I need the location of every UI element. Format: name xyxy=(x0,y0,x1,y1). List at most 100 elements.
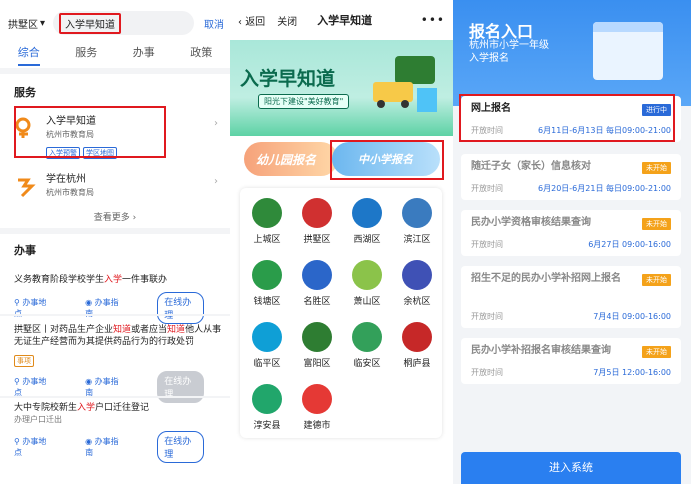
district-grid: 上城区 拱墅区 西湖区 滨江区钱塘区 名胜区 萧山区 余杭区临平区 富阳区 临安区 桐庐县淳安县 建… xyxy=(240,188,442,438)
divider xyxy=(0,396,230,398)
district-item[interactable]: 萧山区 xyxy=(342,260,392,307)
district-label: 萧山区 xyxy=(353,297,381,307)
affair-item[interactable]: 义务教育阶段学校学生入学一件事联办 ⚲ 办事地点 ◉ 办事指南 在线办理 xyxy=(14,274,222,324)
online-handle-button[interactable]: 在线办理 xyxy=(157,371,204,403)
district-label: 钱塘区 xyxy=(253,297,281,307)
service-logo-icon xyxy=(18,178,36,198)
online-handle-button[interactable]: 在线办理 xyxy=(157,431,204,463)
entry-header: 报名入口 杭州市小学一年级 入学报名 xyxy=(453,0,691,106)
back-button[interactable]: ‹ 返回 xyxy=(238,13,265,28)
district-logo-icon xyxy=(352,322,382,352)
chevron-left-icon: ‹ xyxy=(238,16,242,28)
entry-card-title: 招生不足的民办小学补招网上报名 xyxy=(471,273,621,284)
close-button[interactable]: 关闭 xyxy=(277,13,297,28)
rxzzd-app-panel: ‹ 返回 关闭 入学早知道 ••• 入学早知道 阳光下建设"美好教育" 幼儿园报… xyxy=(230,0,453,484)
location-label: 办事地点 xyxy=(14,377,47,397)
affair-title-highlight: 入学 xyxy=(77,403,96,413)
tab-service[interactable]: 服务 xyxy=(75,44,97,66)
chevron-right-icon: › xyxy=(214,176,218,187)
open-time-value: 7月4日 09:00-16:00 xyxy=(593,312,671,321)
district-label: 上城区 xyxy=(253,235,281,245)
district-item[interactable]: 淳安县 xyxy=(242,384,292,431)
affair-title-highlight: 知道 xyxy=(167,325,186,335)
affair-item[interactable]: 拱墅区丨对药品生产企业知道或者应当知道他人从事无证生产经营而为其提供药品行为的行… xyxy=(14,324,222,403)
district-item[interactable]: 上城区 xyxy=(242,198,292,245)
district-item[interactable]: 余杭区 xyxy=(392,260,442,307)
guide-link[interactable]: ◉ 办事指南 xyxy=(85,376,139,398)
district-label: 临平区 xyxy=(253,359,281,369)
enter-system-button[interactable]: 进入系统 xyxy=(461,452,681,484)
result-tabs: 综合 服务 办事 政策 xyxy=(0,44,230,66)
district-label: 滨江区 xyxy=(403,235,431,245)
divider xyxy=(0,314,230,316)
open-time-label: 开放时间 xyxy=(471,368,503,377)
location-label: 办事地点 xyxy=(14,437,47,457)
entry-card[interactable]: 民办小学补招报名审核结果查询 未开始 开放时间 7月5日 12:00-16:00 xyxy=(461,338,681,384)
district-logo-icon xyxy=(352,198,382,228)
search-query: 入学早知道 xyxy=(59,12,122,34)
district-logo-icon xyxy=(302,384,332,414)
district-item[interactable]: 桐庐县 xyxy=(392,322,442,369)
district-label: 桐庐县 xyxy=(403,359,431,369)
banner-subtitle: 阳光下建设"美好教育" xyxy=(258,94,350,109)
district-label: 拱墅区 xyxy=(8,19,38,31)
entry-card[interactable]: 招生不足的民办小学补招网上报名 未开始 开放时间 7月4日 09:00-16:00 xyxy=(461,266,681,328)
open-time-value: 6月27日 09:00-16:00 xyxy=(588,240,671,249)
district-item[interactable]: 名胜区 xyxy=(292,260,342,307)
district-selector[interactable]: 拱墅区 ▾ xyxy=(8,16,45,31)
cancel-button[interactable]: 取消 xyxy=(204,16,224,31)
district-logo-icon xyxy=(252,322,282,352)
open-time-value: 7月5日 12:00-16:00 xyxy=(593,368,671,377)
affair-title-text: 拱墅区丨对药品生产企业 xyxy=(14,325,114,335)
more-options-icon[interactable]: ••• xyxy=(421,13,445,27)
open-time-value: 6月20日-6月21日 每日09:00-21:00 xyxy=(538,184,671,193)
district-label: 淳安县 xyxy=(253,421,281,431)
highlight-box xyxy=(330,140,444,180)
district-item[interactable]: 滨江区 xyxy=(392,198,442,245)
calendar-icon xyxy=(593,22,663,80)
affair-title-highlight: 入学 xyxy=(104,275,123,285)
divider xyxy=(0,228,230,234)
district-item[interactable]: 钱塘区 xyxy=(242,260,292,307)
affair-item[interactable]: 大中专院校新生入学户口迁往登记 办理户口迁出 ⚲ 办事地点 ◉ 办事指南 在线办… xyxy=(14,402,222,463)
district-logo-icon xyxy=(252,260,282,290)
bus-illustration-icon xyxy=(373,56,437,112)
search-input[interactable]: 入学早知道 xyxy=(53,11,194,35)
registration-cards: 幼儿园报名 中小学报名 xyxy=(230,140,453,182)
entry-card[interactable]: 民办小学资格审核结果查询 未开始 开放时间 6月27日 09:00-16:00 xyxy=(461,210,681,256)
location-link[interactable]: ⚲ 办事地点 xyxy=(14,376,67,398)
tab-policy[interactable]: 政策 xyxy=(190,44,212,66)
entry-card[interactable]: 随迁子女（家长）信息核对 未开始 开放时间 6月20日-6月21日 每日09:00-2… xyxy=(461,154,681,200)
district-item[interactable]: 建德市 xyxy=(292,384,342,431)
district-item[interactable]: 拱墅区 xyxy=(292,198,342,245)
kindergarten-card[interactable]: 幼儿园报名 xyxy=(244,142,338,176)
guide-link[interactable]: ◉ 办事指南 xyxy=(85,436,139,458)
district-item[interactable]: 临安区 xyxy=(342,322,392,369)
district-logo-icon xyxy=(302,198,332,228)
district-label: 建德市 xyxy=(303,421,331,431)
affair-title-text: 大中专院校新生 xyxy=(14,403,78,413)
entry-subtitle: 杭州市小学一年级 xyxy=(469,40,549,51)
view-more-link[interactable]: 查看更多 › xyxy=(0,210,230,223)
entry-card-title: 随迁子女（家长）信息核对 xyxy=(471,161,591,172)
tab-all[interactable]: 综合 xyxy=(17,44,40,66)
district-label: 名胜区 xyxy=(303,297,331,307)
caret-down-icon: ▾ xyxy=(40,17,46,29)
district-item[interactable]: 西湖区 xyxy=(342,198,392,245)
back-label: 返回 xyxy=(245,16,266,28)
district-item[interactable]: 富阳区 xyxy=(292,322,342,369)
service-section-title: 服务 xyxy=(14,86,36,99)
district-item[interactable]: 临平区 xyxy=(242,322,292,369)
banner-title: 入学早知道 xyxy=(240,68,336,90)
service-title: 学在杭州 xyxy=(46,174,86,185)
tab-affairs[interactable]: 办事 xyxy=(133,44,155,66)
district-label: 临安区 xyxy=(353,359,381,369)
district-logo-icon xyxy=(352,260,382,290)
online-handle-button[interactable]: 在线办理 xyxy=(157,292,204,324)
status-badge: 未开始 xyxy=(642,162,671,174)
entry-card-title: 民办小学资格审核结果查询 xyxy=(471,217,591,228)
guide-label: 办事指南 xyxy=(85,377,119,397)
location-link[interactable]: ⚲ 办事地点 xyxy=(14,436,67,458)
status-badge: 未开始 xyxy=(642,274,671,286)
district-label: 拱墅区 xyxy=(303,235,331,245)
